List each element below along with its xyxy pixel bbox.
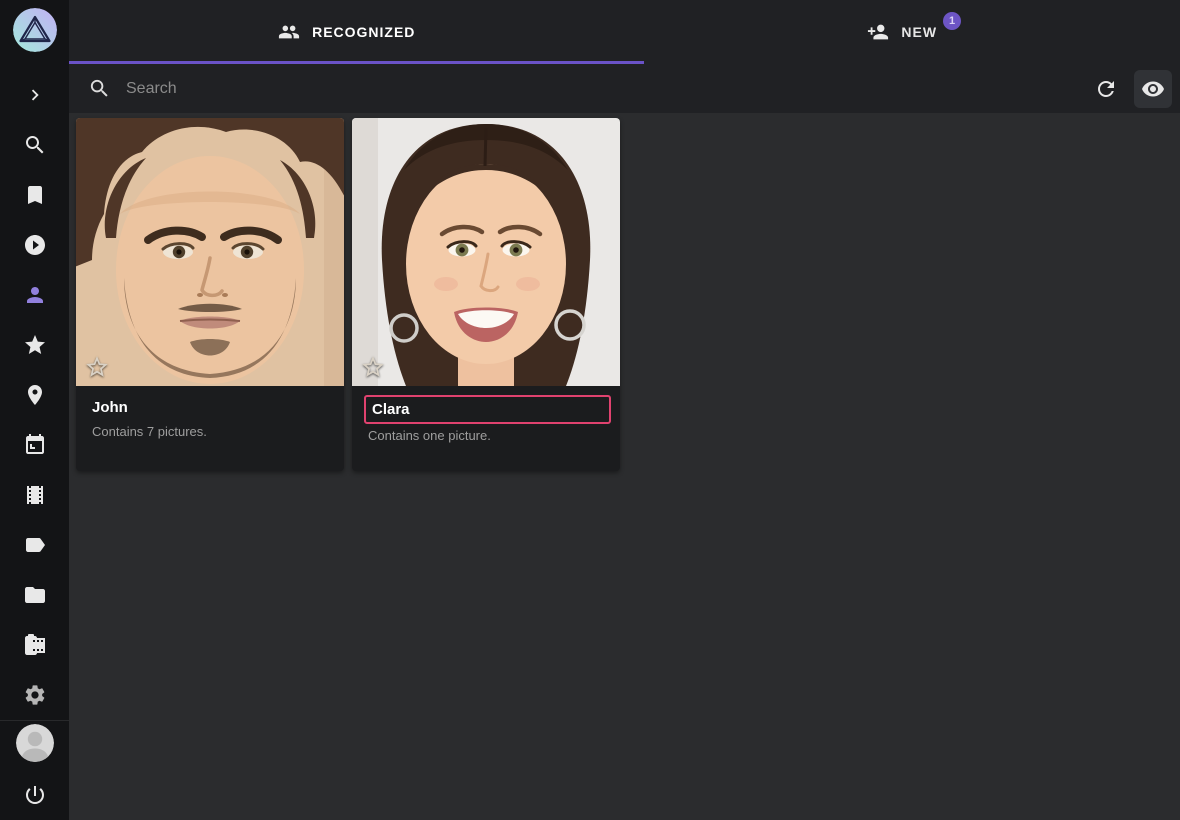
sidebar <box>0 0 69 820</box>
clara-portrait[interactable] <box>352 118 620 386</box>
tab-new[interactable]: NEW 1 <box>625 0 1180 64</box>
search-toolbar <box>69 64 1180 113</box>
person-name-input[interactable] <box>372 398 603 421</box>
search-icon <box>23 133 47 157</box>
play-circle-icon <box>23 233 47 257</box>
john-portrait-image <box>76 118 344 386</box>
sidebar-item-moments[interactable] <box>0 470 69 520</box>
app-window: RECOGNIZED NEW 1 <box>0 0 1180 820</box>
film-strip-icon <box>23 483 47 507</box>
sidebar-item-albums[interactable] <box>0 170 69 220</box>
power-icon <box>23 783 47 807</box>
tab-recognized[interactable]: RECOGNIZED <box>69 0 625 64</box>
refresh-button[interactable] <box>1086 69 1126 109</box>
avatar-silhouette-icon <box>16 724 54 762</box>
person-card-body: John Contains 7 pictures. <box>76 399 344 471</box>
sidebar-item-places[interactable] <box>0 370 69 420</box>
favorite-star-button[interactable] <box>360 354 386 380</box>
camera-roll-icon <box>23 633 47 657</box>
person-card-body: Contains one picture. <box>352 395 620 467</box>
sidebar-item-labels[interactable] <box>0 520 69 570</box>
sidebar-item-folders[interactable] <box>0 570 69 620</box>
sidebar-item-favorites[interactable] <box>0 320 69 370</box>
sidebar-nav <box>0 59 69 720</box>
sidebar-account-section <box>0 720 69 820</box>
new-count-badge: 1 <box>943 12 961 30</box>
tab-new-label: NEW <box>901 24 937 40</box>
person-card-clara[interactable]: Contains one picture. <box>352 118 620 471</box>
sidebar-item-videos[interactable] <box>0 220 69 270</box>
settings-gear-icon <box>23 683 47 707</box>
star-border-icon <box>84 354 110 380</box>
person-caption: Contains 7 pictures. <box>92 424 328 439</box>
sidebar-item-settings[interactable] <box>0 670 69 720</box>
logo-area <box>0 0 69 59</box>
sidebar-item-search[interactable] <box>0 120 69 170</box>
bookmark-icon <box>23 183 47 207</box>
eye-icon <box>1141 77 1165 101</box>
refresh-icon <box>1094 77 1118 101</box>
label-icon <box>23 533 47 557</box>
person-name-edit-box <box>364 395 611 424</box>
sidebar-expand-button[interactable] <box>0 70 69 120</box>
sidebar-item-people[interactable] <box>0 270 69 320</box>
favorite-star-button[interactable] <box>84 354 110 380</box>
place-pin-icon <box>23 383 47 407</box>
person-card-john[interactable]: John Contains 7 pictures. <box>76 118 344 471</box>
show-hidden-toggle[interactable] <box>1134 70 1172 108</box>
chevron-right-icon <box>24 84 46 106</box>
people-tab-bar: RECOGNIZED NEW 1 <box>69 0 1180 64</box>
people-grid: John Contains 7 pictures. <box>69 113 1180 820</box>
sidebar-item-library[interactable] <box>0 620 69 670</box>
calendar-icon <box>23 433 47 457</box>
tab-recognized-label: RECOGNIZED <box>312 24 415 40</box>
account-avatar[interactable] <box>16 724 54 762</box>
person-name: John <box>92 399 328 416</box>
john-portrait[interactable] <box>76 118 344 386</box>
people-icon <box>278 21 300 43</box>
person-icon <box>23 283 47 307</box>
photoprism-logo[interactable] <box>13 8 57 52</box>
person-caption: Contains one picture. <box>368 428 604 443</box>
star-icon <box>23 333 47 357</box>
folder-icon <box>23 583 47 607</box>
logout-button[interactable] <box>0 770 69 820</box>
person-add-icon <box>867 21 889 43</box>
clara-portrait-image <box>352 118 620 386</box>
search-input[interactable] <box>126 80 1086 98</box>
sidebar-item-calendar[interactable] <box>0 420 69 470</box>
star-border-icon <box>360 354 386 380</box>
search-icon <box>88 77 111 100</box>
